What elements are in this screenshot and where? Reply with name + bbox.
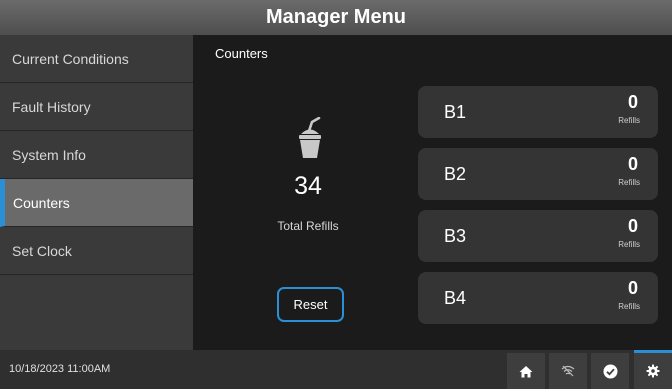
sidebar-item-counters[interactable]: Counters <box>0 179 193 227</box>
sidebar-item-fault-history[interactable]: Fault History <box>0 83 193 131</box>
bin-card-b4: B4 0 Refills <box>418 272 658 324</box>
status-check-button[interactable] <box>591 353 629 389</box>
bin-name: B3 <box>444 226 467 246</box>
bin-refill-count: 0 <box>627 216 638 236</box>
bin-refill-unit: Refills <box>618 240 640 249</box>
wifi-off-icon <box>561 365 575 377</box>
title-bar: Manager Menu <box>0 0 672 35</box>
reset-button[interactable]: Reset <box>277 287 344 322</box>
date-time: 10/18/2023 11:00AM <box>9 363 111 375</box>
bin-name: B4 <box>444 288 467 308</box>
cup-icon <box>299 117 321 158</box>
bin-refill-count: 0 <box>627 278 638 298</box>
bin-refill-unit: Refills <box>618 178 640 187</box>
sidebar-empty-slot <box>0 275 193 348</box>
sidebar-item-label: Current Conditions <box>12 50 129 67</box>
total-refills-count: 34 <box>294 172 322 200</box>
sidebar-item-label: Set Clock <box>12 242 72 259</box>
sidebar-item-label: Fault History <box>12 98 91 115</box>
sidebar-item-set-clock[interactable]: Set Clock <box>0 227 193 275</box>
sidebar-item-label: System Info <box>12 146 86 163</box>
settings-button[interactable] <box>634 350 672 389</box>
sidebar-item-label: Counters <box>13 194 70 211</box>
bin-card-b2: B2 0 Refills <box>418 148 658 200</box>
panel-title: Counters <box>215 46 268 61</box>
bin-refill-unit: Refills <box>618 116 640 125</box>
sidebar: Current Conditions Fault History System … <box>0 35 193 350</box>
bin-name: B2 <box>444 164 467 184</box>
total-refills-label: Total Refills <box>277 219 339 233</box>
bin-card-b3: B3 0 Refills <box>418 210 658 262</box>
gear-icon <box>646 364 660 378</box>
wifi-button[interactable] <box>549 353 587 389</box>
bin-card-b1: B1 0 Refills <box>418 86 658 138</box>
page-title: Manager Menu <box>265 6 407 28</box>
bin-refill-count: 0 <box>627 154 638 174</box>
home-button[interactable] <box>507 353 545 389</box>
sidebar-item-current-conditions[interactable]: Current Conditions <box>0 35 193 83</box>
check-icon <box>603 364 617 378</box>
bin-name: B1 <box>444 102 467 122</box>
bin-refill-count: 0 <box>627 92 638 112</box>
status-bar: 10/18/2023 11:00AM <box>0 350 672 389</box>
sidebar-item-system-info[interactable]: System Info <box>0 131 193 179</box>
counters-panel: Counters 34 Total Refills Reset B1 0 Ref… <box>193 35 672 350</box>
bin-refill-unit: Refills <box>618 302 640 311</box>
home-icon <box>519 365 533 377</box>
